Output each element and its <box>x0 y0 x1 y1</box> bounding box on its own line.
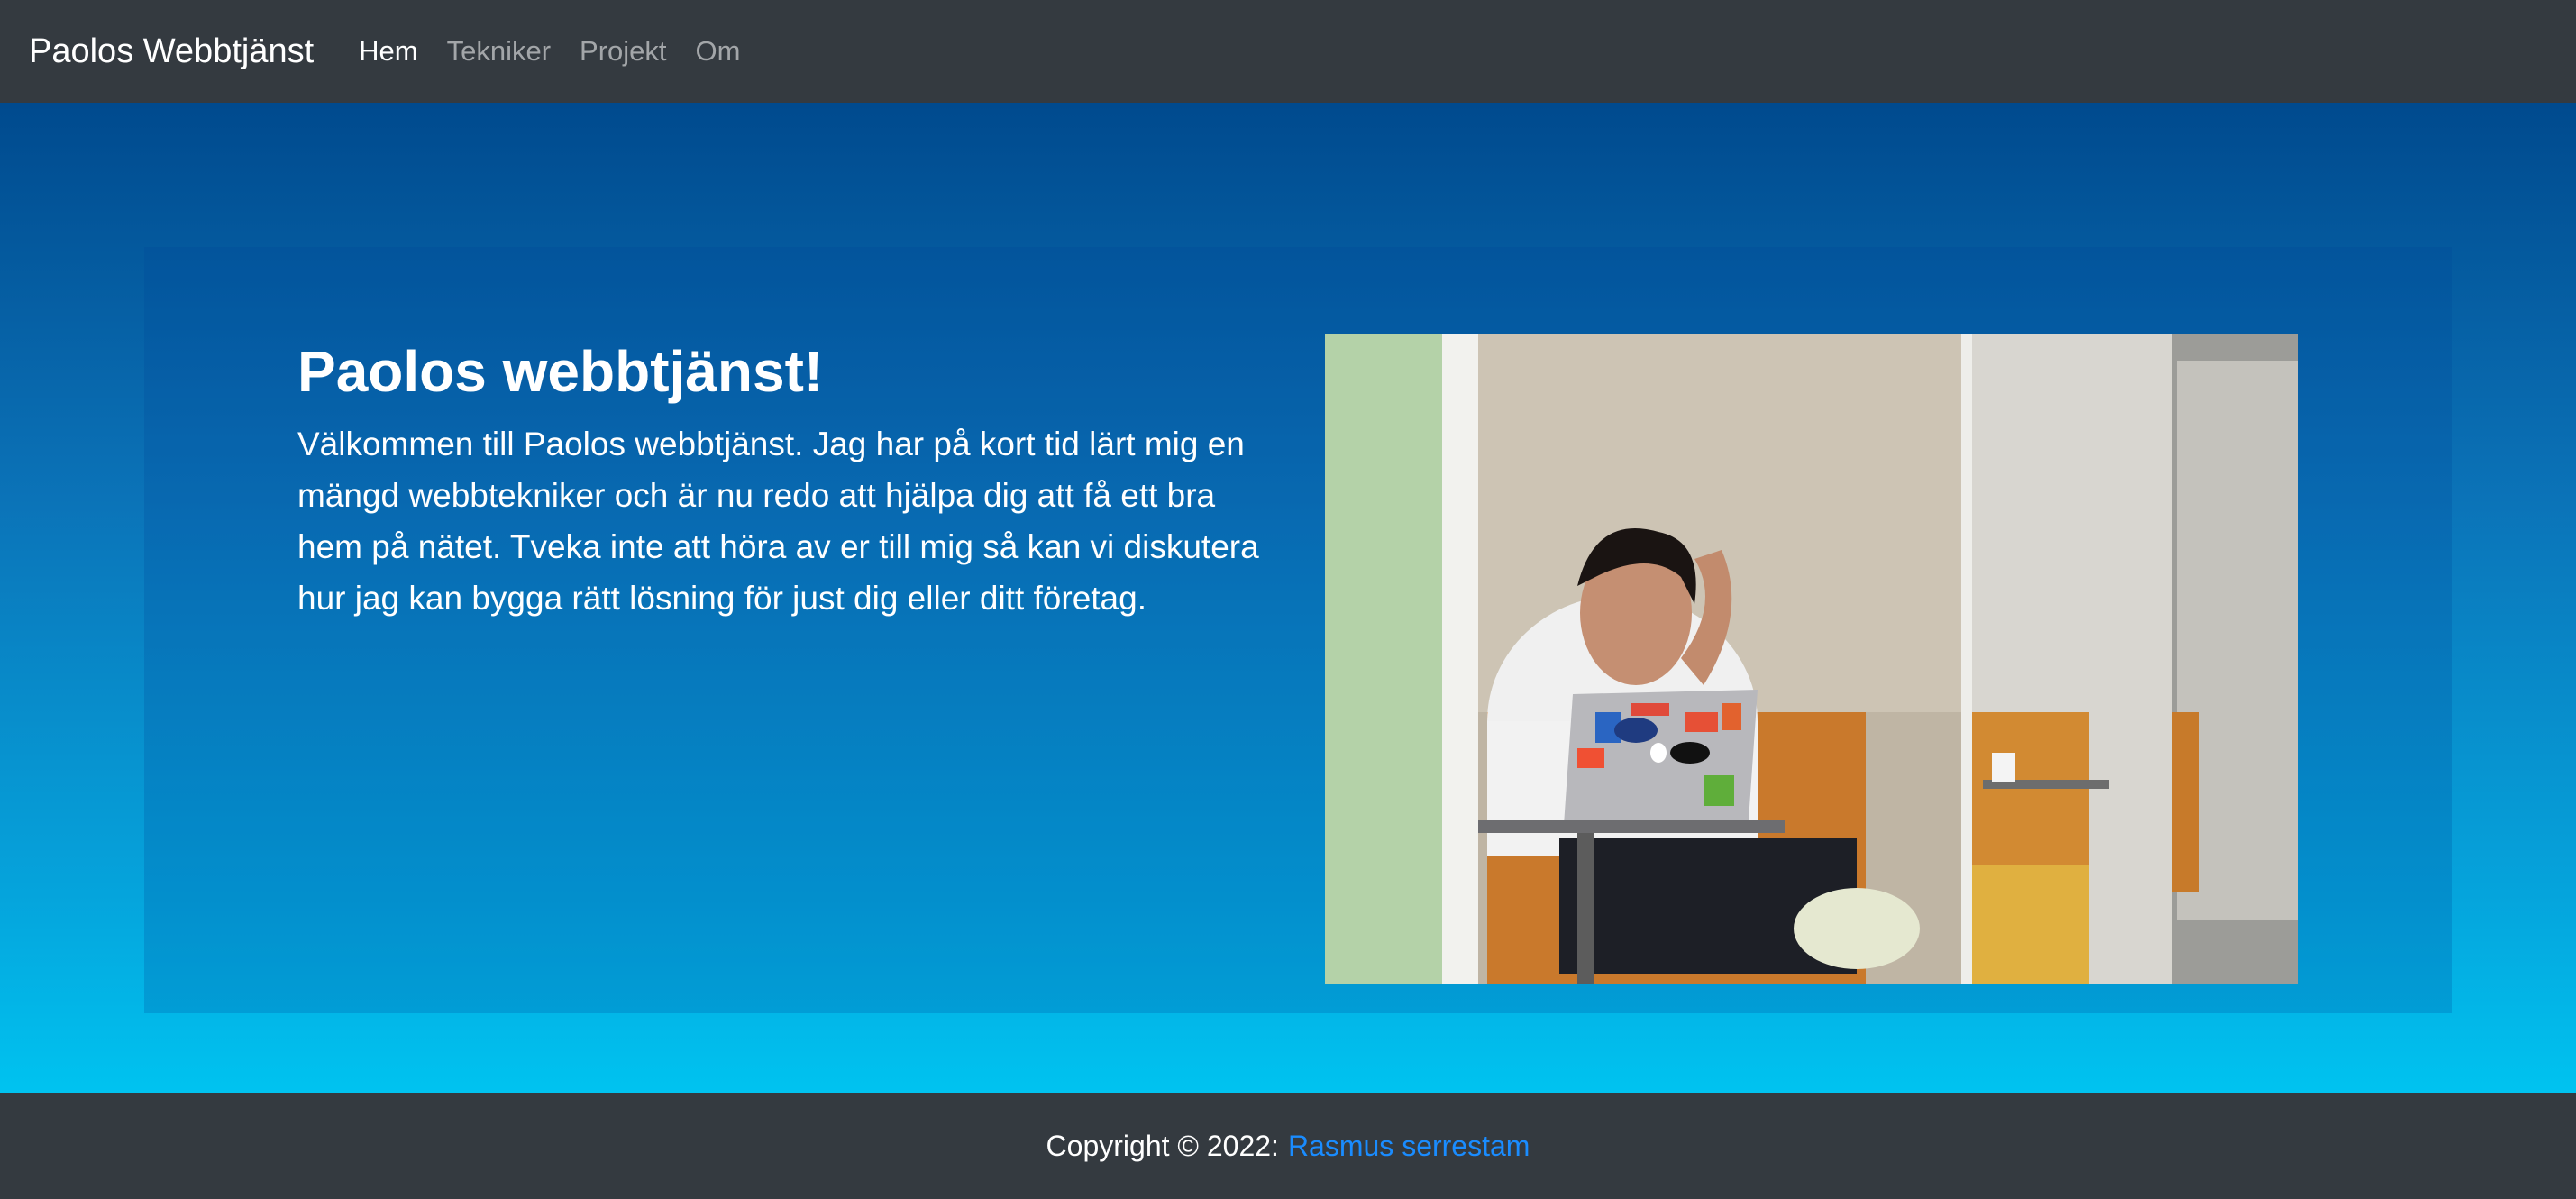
jumbotron: Paolos webbtjänst! Välkommen till Paolos… <box>144 247 2452 1013</box>
hero-section: Paolos webbtjänst! Välkommen till Paolos… <box>0 103 2576 1093</box>
top-navbar: Paolos Webbtjänst Hem Tekniker Projekt O… <box>0 0 2576 103</box>
hero-title: Paolos webbtjänst! <box>297 339 824 404</box>
page-footer: Copyright © 2022: Rasmus serrestam <box>0 1093 2576 1199</box>
nav-link-tekniker[interactable]: Tekniker <box>447 35 551 68</box>
nav-link-hem[interactable]: Hem <box>359 35 417 68</box>
nav-link-projekt[interactable]: Projekt <box>580 35 666 68</box>
hero-photo <box>1325 334 2298 984</box>
author-link[interactable]: Rasmus serrestam <box>1288 1130 1530 1163</box>
stressed-developer-image <box>1325 334 2298 984</box>
nav-links: Hem Tekniker Projekt Om <box>359 35 740 68</box>
hero-text: Välkommen till Paolos webbtjänst. Jag ha… <box>297 426 1259 617</box>
copyright-text: Copyright © 2022: <box>1046 1129 1279 1162</box>
nav-link-om[interactable]: Om <box>696 35 741 68</box>
brand-link[interactable]: Paolos Webbtjänst <box>29 32 314 71</box>
